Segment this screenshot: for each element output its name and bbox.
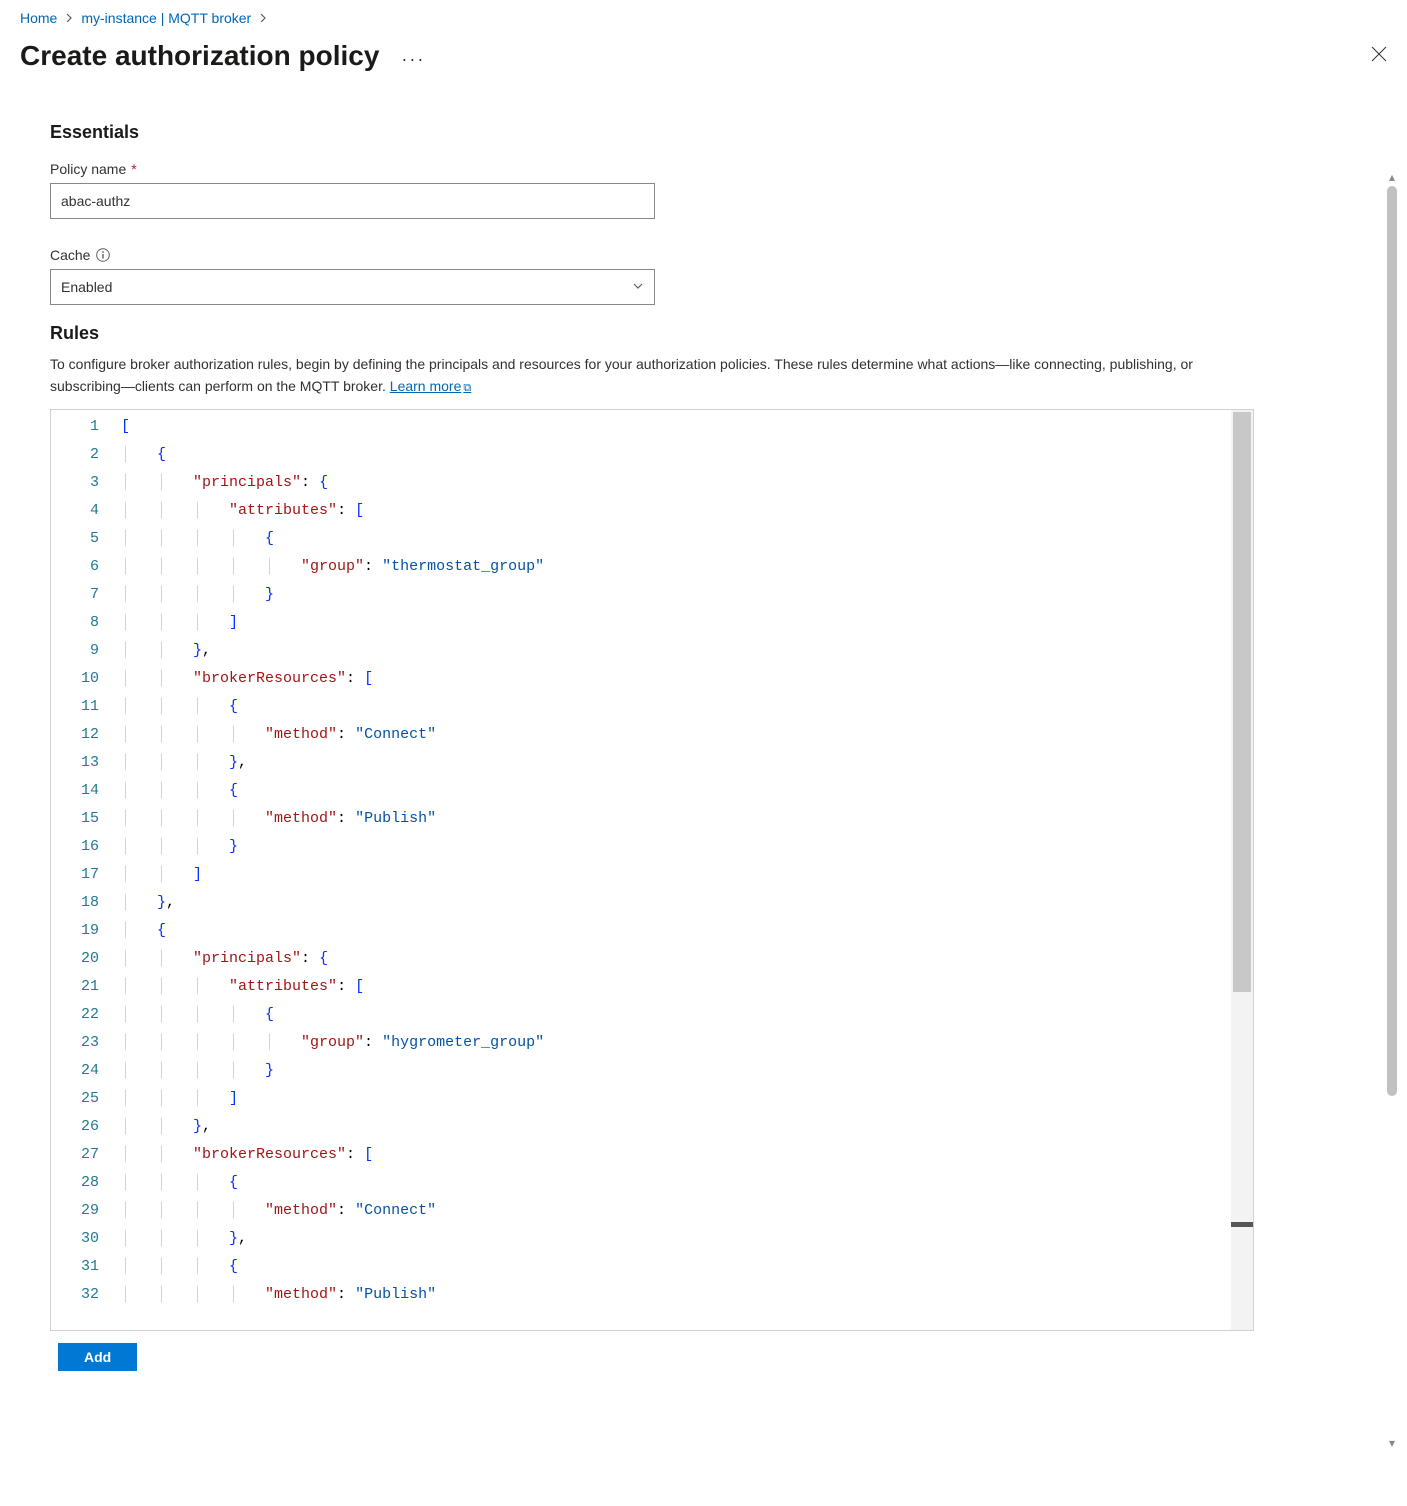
- page-scrollbar-track[interactable]: [1387, 186, 1397, 1434]
- code-line[interactable]: │ │ │ │ "method": "Publish": [121, 1281, 1229, 1309]
- add-button[interactable]: Add: [58, 1343, 137, 1371]
- code-line[interactable]: │ │ "brokerResources": [: [121, 665, 1229, 693]
- code-line[interactable]: │ │ │ │ }: [121, 1057, 1229, 1085]
- more-actions-button[interactable]: ···: [395, 49, 431, 70]
- code-gutter: 1234567891011121314151617181920212223242…: [51, 410, 121, 1330]
- line-number: 13: [51, 749, 121, 777]
- cache-select[interactable]: Enabled: [50, 269, 655, 305]
- policy-name-input[interactable]: [50, 183, 655, 219]
- code-line[interactable]: │ │ │ │ {: [121, 1001, 1229, 1029]
- line-number: 16: [51, 833, 121, 861]
- code-line[interactable]: │ {: [121, 917, 1229, 945]
- code-editor[interactable]: 1234567891011121314151617181920212223242…: [50, 409, 1254, 1331]
- code-line[interactable]: │ │ │ │ {: [121, 525, 1229, 553]
- code-line[interactable]: │ │ │ },: [121, 749, 1229, 777]
- chevron-right-icon: [259, 11, 267, 25]
- line-number: 21: [51, 973, 121, 1001]
- line-number: 27: [51, 1141, 121, 1169]
- editor-scrollbar[interactable]: [1231, 410, 1253, 1330]
- page-title: Create authorization policy: [20, 40, 379, 72]
- code-line[interactable]: │ │ │ │ "method": "Connect": [121, 1197, 1229, 1225]
- line-number: 28: [51, 1169, 121, 1197]
- line-number: 23: [51, 1029, 121, 1057]
- essentials-heading: Essentials: [50, 122, 1357, 143]
- line-number: 12: [51, 721, 121, 749]
- code-line[interactable]: │ │ "principals": {: [121, 945, 1229, 973]
- code-line[interactable]: │ │ },: [121, 637, 1229, 665]
- line-number: 24: [51, 1057, 121, 1085]
- line-number: 15: [51, 805, 121, 833]
- line-number: 17: [51, 861, 121, 889]
- code-line[interactable]: │ │ │ {: [121, 1169, 1229, 1197]
- line-number: 5: [51, 525, 121, 553]
- code-line[interactable]: │ │ │ "attributes": [: [121, 973, 1229, 1001]
- line-number: 4: [51, 497, 121, 525]
- editor-scrollbar-thumb[interactable]: [1233, 412, 1251, 992]
- scroll-down-arrow-icon[interactable]: ▾: [1383, 1436, 1401, 1450]
- line-number: 3: [51, 469, 121, 497]
- code-line[interactable]: │ │ "brokerResources": [: [121, 1141, 1229, 1169]
- code-line[interactable]: │ │ │ {: [121, 1253, 1229, 1281]
- scroll-up-arrow-icon[interactable]: ▴: [1383, 170, 1401, 184]
- rules-description: To configure broker authorization rules,…: [50, 354, 1250, 397]
- code-line[interactable]: │ │ ]: [121, 861, 1229, 889]
- cache-value: Enabled: [61, 279, 112, 295]
- line-number: 32: [51, 1281, 121, 1309]
- code-line[interactable]: │ │ │ {: [121, 693, 1229, 721]
- cache-field: Cache Enabled: [50, 247, 1357, 305]
- code-line[interactable]: │ {: [121, 441, 1229, 469]
- line-number: 10: [51, 665, 121, 693]
- learn-more-link[interactable]: Learn more⧉: [390, 378, 471, 394]
- line-number: 14: [51, 777, 121, 805]
- breadcrumb-home[interactable]: Home: [20, 10, 57, 26]
- code-line[interactable]: │ │ │ │ "method": "Publish": [121, 805, 1229, 833]
- line-number: 6: [51, 553, 121, 581]
- required-icon: *: [131, 161, 136, 177]
- breadcrumb: Home my-instance | MQTT broker: [20, 10, 1387, 26]
- code-line[interactable]: │ │ "principals": {: [121, 469, 1229, 497]
- line-number: 20: [51, 945, 121, 973]
- line-number: 7: [51, 581, 121, 609]
- code-line[interactable]: │ │ │ "attributes": [: [121, 497, 1229, 525]
- rules-heading: Rules: [50, 323, 1357, 344]
- page-scrollbar[interactable]: ▴ ▾: [1383, 170, 1401, 1450]
- line-number: 18: [51, 889, 121, 917]
- line-number: 2: [51, 441, 121, 469]
- code-line[interactable]: │ │ │ │ │ "group": "hygrometer_group": [121, 1029, 1229, 1057]
- info-icon[interactable]: [95, 247, 111, 263]
- line-number: 8: [51, 609, 121, 637]
- code-line[interactable]: │ │ │ ]: [121, 1085, 1229, 1113]
- code-line[interactable]: [: [121, 413, 1229, 441]
- code-content[interactable]: [│ {│ │ "principals": {│ │ │ "attributes…: [121, 413, 1229, 1309]
- close-button[interactable]: [1351, 41, 1387, 72]
- code-line[interactable]: │ │ │ │ │ "group": "thermostat_group": [121, 553, 1229, 581]
- line-number: 25: [51, 1085, 121, 1113]
- code-line[interactable]: │ │ │ {: [121, 777, 1229, 805]
- code-line[interactable]: │ │ │ ]: [121, 609, 1229, 637]
- editor-overview-marker: [1231, 1222, 1253, 1227]
- line-number: 11: [51, 693, 121, 721]
- code-line[interactable]: │ │ │ │ }: [121, 581, 1229, 609]
- breadcrumb-instance[interactable]: my-instance | MQTT broker: [81, 10, 251, 26]
- external-link-icon: ⧉: [463, 382, 471, 394]
- chevron-down-icon: [632, 279, 644, 295]
- code-line[interactable]: │ },: [121, 889, 1229, 917]
- code-line[interactable]: │ │ │ │ "method": "Connect": [121, 721, 1229, 749]
- line-number: 29: [51, 1197, 121, 1225]
- code-line[interactable]: │ │ │ },: [121, 1225, 1229, 1253]
- line-number: 1: [51, 413, 121, 441]
- line-number: 26: [51, 1113, 121, 1141]
- code-line[interactable]: │ │ │ }: [121, 833, 1229, 861]
- chevron-right-icon: [65, 11, 73, 25]
- line-number: 30: [51, 1225, 121, 1253]
- line-number: 19: [51, 917, 121, 945]
- line-number: 31: [51, 1253, 121, 1281]
- line-number: 22: [51, 1001, 121, 1029]
- line-number: 9: [51, 637, 121, 665]
- cache-label: Cache: [50, 247, 90, 263]
- page-scrollbar-thumb[interactable]: [1387, 186, 1397, 1096]
- policy-name-field: Policy name *: [50, 161, 1357, 219]
- code-line[interactable]: │ │ },: [121, 1113, 1229, 1141]
- policy-name-label: Policy name: [50, 161, 126, 177]
